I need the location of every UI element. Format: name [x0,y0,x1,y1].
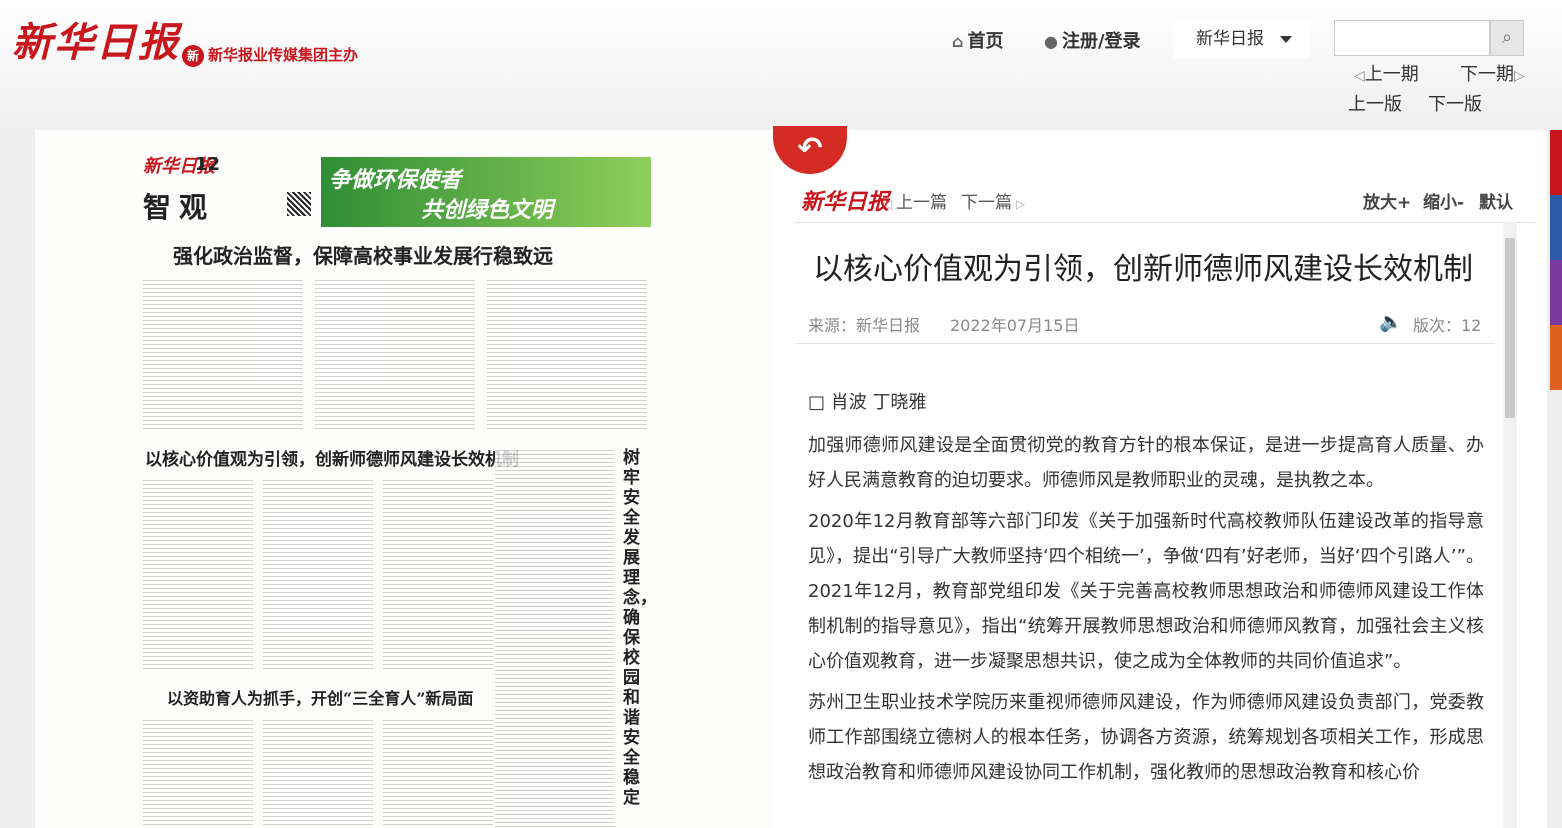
top-bar: 新华日报 新新华报业传媒集团主办 ⌂ 首页 ● 注册/登录 新华日报 ⌕ ◁上一期 … [0,0,1562,130]
paper-select-value: 新华日报 [1196,29,1264,49]
side-tab[interactable] [1550,260,1562,325]
article-page: 版次：12 [1413,316,1482,335]
scrollbar-thumb[interactable] [1505,238,1515,418]
article-text-block[interactable] [143,280,303,430]
article-date: 2022年07月15日 [950,316,1080,335]
side-color-tabs[interactable] [1550,130,1562,390]
next-article-label: 下一篇 [961,193,1012,213]
prev-issue-link[interactable]: ◁上一期 [1354,60,1419,86]
article-text-block[interactable] [383,720,493,828]
next-issue-link[interactable]: 下一期▷ [1460,60,1525,86]
prev-edition-link[interactable]: 上一版 [1348,90,1402,116]
article-text-block[interactable] [263,720,373,828]
newspaper-page-image[interactable]: 新华日报 12 智观 争做环保使者 共创绿色文明 强化政治监督，保障高校事业发展… [35,130,773,828]
article-reader-panel: ↶ 新华日报 ◁ 上一篇 下一篇 ▷ 放大+ 缩小- 默认 以核心价值观为引领，… [773,126,1547,828]
banner-line2: 共创绿色文明 [421,198,554,223]
article-text-block[interactable] [143,720,253,828]
next-edition-link[interactable]: 下一版 [1428,90,1482,116]
article-text-block[interactable] [495,450,615,828]
side-tab[interactable] [1550,195,1562,260]
search-button[interactable]: ⌕ [1490,20,1524,56]
zoom-out-button[interactable]: 缩小- [1423,188,1464,213]
publisher-tagline-text: 新华报业传媒集团主办 [208,46,359,64]
eco-banner: 争做环保使者 共创绿色文明 [321,157,651,227]
side-tab[interactable] [1550,130,1562,195]
reader-logo: 新华日报 [801,189,890,215]
article-author: □ 肖波 丁晓雅 [808,392,927,413]
prev-article-label: 上一篇 [896,193,948,213]
circle-left-icon: ◁ [1354,68,1365,84]
paper-select-dropdown[interactable]: 新华日报 [1174,20,1310,58]
side-tab[interactable] [1550,325,1562,390]
article-paragraph: 苏州卫生职业技术学院历来重视师德师风建设，作为师德师风建设负责部门，党委教师工作… [808,692,1484,783]
chevron-down-icon [1280,36,1292,43]
chevron-right-icon: ▷ [1012,197,1026,211]
search-icon: ⌕ [1501,27,1513,48]
page-headline-3[interactable]: 以资助育人为抓手，开创“三全育人”新局面 [167,685,473,709]
page-number: 12 [195,154,221,175]
zoom-in-button[interactable]: 放大+ [1363,188,1411,213]
page-headline-2[interactable]: 以核心价值观为引领，创新师德师风建设长效机制 [145,445,519,470]
nav-home-link[interactable]: ⌂ 首页 [952,27,1003,53]
article-paragraph: 加强师德师风建设是全面贯彻党的教育方针的根本保证，是进一步提高育人质量、办好人民… [808,435,1484,491]
home-icon: ⌂ [952,32,964,51]
prev-issue-label: 上一期 [1364,64,1419,85]
article-paragraph: 2020年12月教育部等六部门印发《关于加强新时代高校教师队伍建设改革的指导意见… [808,511,1484,672]
back-arrow-icon: ↶ [797,131,823,166]
back-button[interactable]: ↶ [773,126,847,174]
scrollbar[interactable] [1503,222,1517,828]
nav-home-label: 首页 [967,31,1004,52]
banner-line1: 争做环保使者 [329,168,462,193]
next-article-link[interactable]: 下一篇 ▷ [961,188,1025,213]
divider [795,343,1495,344]
main-content: 新华日报 12 智观 争做环保使者 共创绿色文明 强化政治监督，保障高校事业发展… [35,126,1547,828]
article-text-block[interactable] [263,480,373,670]
article-title: 以核心价值观为引领，创新师德师风建设长效机制 [813,252,1473,287]
divider [795,222,1535,223]
user-icon: ● [1044,32,1058,51]
article-source: 来源：新华日报 [808,316,921,335]
article-body: 加强师德师风建设是全面贯彻党的教育方针的根本保证，是进一步提高育人质量、办好人民… [808,428,1484,796]
publisher-badge-icon: 新 [182,44,204,67]
article-text-block[interactable] [383,480,493,670]
article-text-block[interactable] [143,480,253,670]
next-issue-label: 下一期 [1460,64,1514,85]
nav-login-label: 注册/登录 [1061,31,1141,52]
chevron-left-icon: ◁ [883,197,897,211]
prev-article-link[interactable]: ◁ 上一篇 [883,188,947,213]
qr-code-icon [287,192,311,216]
circle-right-icon: ▷ [1514,68,1525,84]
article-text-block[interactable] [487,280,647,430]
search-input[interactable] [1334,20,1490,56]
speaker-icon[interactable]: 🔈 [1379,310,1403,333]
page-headline-1[interactable]: 强化政治监督，保障高校事业发展行稳致远 [173,240,553,269]
nav-login-link[interactable]: ● 注册/登录 [1044,27,1141,53]
article-text-block[interactable] [315,280,475,430]
section-title: 智观 [143,191,216,224]
vertical-headline[interactable]: 树牢安全发展理念，确保校园和谐安全稳定 [623,448,657,808]
publisher-tagline: 新新华报业传媒集团主办 [182,44,358,67]
zoom-default-button[interactable]: 默认 [1479,188,1513,213]
site-logo[interactable]: 新华日报 [12,10,180,68]
